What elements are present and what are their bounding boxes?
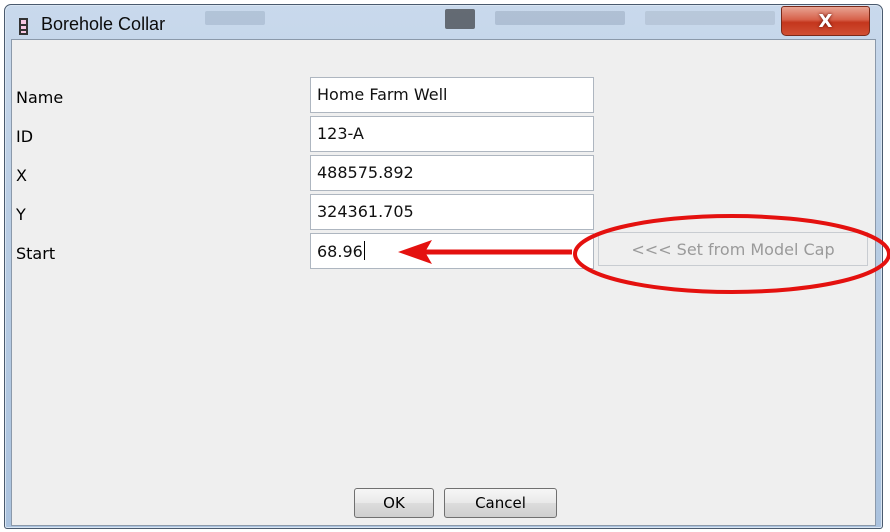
- id-label: ID: [16, 127, 34, 146]
- title-bar[interactable]: Borehole Collar X: [5, 5, 882, 43]
- y-field[interactable]: 324361.705: [310, 194, 594, 230]
- name-field[interactable]: Home Farm Well: [310, 77, 594, 113]
- start-label: Start: [16, 244, 56, 263]
- form-panel: Name Home Farm Well ID 123-A X 488575.89…: [11, 39, 876, 526]
- id-value: 123-A: [317, 124, 364, 143]
- start-value: 68.96: [317, 242, 363, 261]
- ok-label: OK: [383, 494, 405, 512]
- window-title: Borehole Collar: [41, 14, 166, 34]
- x-value: 488575.892: [317, 163, 414, 182]
- background-ghost: [205, 11, 265, 25]
- start-field[interactable]: 68.96: [310, 233, 594, 269]
- background-ghost: [645, 11, 775, 25]
- name-value: Home Farm Well: [317, 85, 448, 104]
- close-icon: X: [818, 10, 833, 32]
- background-ghost: [445, 9, 475, 29]
- id-field[interactable]: 123-A: [310, 116, 594, 152]
- cancel-button[interactable]: Cancel: [444, 488, 557, 518]
- close-button[interactable]: X: [781, 6, 870, 36]
- ok-button[interactable]: OK: [354, 488, 434, 518]
- name-label: Name: [16, 88, 64, 107]
- cancel-label: Cancel: [475, 494, 526, 512]
- y-label: Y: [16, 205, 26, 224]
- background-ghost: [495, 11, 625, 25]
- x-label: X: [16, 166, 27, 185]
- y-value: 324361.705: [317, 202, 414, 221]
- set-from-model-cap-button[interactable]: <<< Set from Model Cap: [598, 232, 868, 266]
- dialog-window: Borehole Collar X Name Home Farm Well ID…: [4, 4, 883, 529]
- x-field[interactable]: 488575.892: [310, 155, 594, 191]
- set-from-model-cap-label: <<< Set from Model Cap: [631, 239, 835, 259]
- text-caret: [363, 241, 365, 260]
- document-icon: [19, 18, 28, 35]
